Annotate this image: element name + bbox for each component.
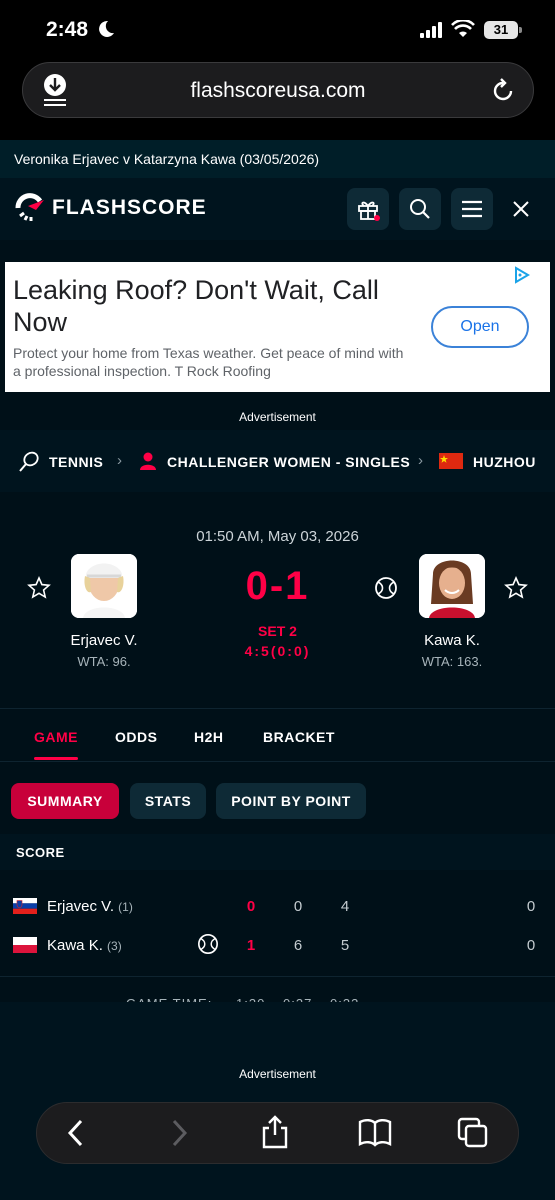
tennis-racket-icon <box>19 451 39 472</box>
reload-icon[interactable] <box>491 77 515 103</box>
person-icon <box>140 452 156 470</box>
breadcrumb-category[interactable]: CHALLENGER WOMEN - SINGLES <box>167 454 410 470</box>
ad-banner[interactable]: Leaking Roof? Don't Wait, Call Now Prote… <box>5 262 550 392</box>
tab-odds[interactable]: ODDS <box>115 729 157 745</box>
status-time: 2:48 <box>46 18 89 41</box>
away-player-rank: WTA: 163. <box>421 654 483 669</box>
breadcrumb: TENNIS › CHALLENGER WOMEN - SINGLES › HU… <box>0 430 555 492</box>
serving-ball-icon <box>375 577 397 599</box>
favorite-star-icon[interactable] <box>504 576 528 600</box>
status-bar: 2:48 31 <box>0 0 555 60</box>
url-text[interactable]: flashscoreusa.com <box>23 79 533 103</box>
gift-button[interactable] <box>347 188 389 230</box>
row-player-name[interactable]: Kawa K. (3) <box>47 937 122 954</box>
hamburger-menu-icon <box>462 200 482 218</box>
set2-games: 5 <box>340 937 350 954</box>
subtab-point-by-point[interactable]: POINT BY POINT <box>216 783 366 819</box>
match-title: Veronika Erjavec v Katarzyna Kawa (03/05… <box>14 151 320 167</box>
browser-toolbar: flashscoreusa.com <box>0 60 555 140</box>
tab-game[interactable]: GAME <box>34 729 78 745</box>
match-datetime: 01:50 AM, May 03, 2026 <box>196 528 359 545</box>
forward-arrow-icon[interactable] <box>168 1117 190 1149</box>
moon-icon <box>99 20 114 37</box>
poland-flag-icon <box>13 937 37 953</box>
menu-button[interactable] <box>451 188 493 230</box>
ad-headline[interactable]: Leaking Roof? Don't Wait, Call Now <box>13 274 423 338</box>
set1-games: 0 <box>293 898 303 915</box>
logo-text: FLASHSCORE <box>52 196 207 219</box>
share-icon[interactable] <box>260 1115 290 1149</box>
match-title-bar: Veronika Erjavec v Katarzyna Kawa (03/05… <box>0 140 555 178</box>
subtab-summary[interactable]: SUMMARY <box>11 783 119 819</box>
match-tabs: GAME ODDS H2H BRACKET <box>0 708 555 762</box>
set1-games: 6 <box>293 937 303 954</box>
bottom-ad-area <box>0 1002 555 1200</box>
search-button[interactable] <box>399 188 441 230</box>
table-row[interactable]: Erjavec V. (1) 0 0 4 0 <box>0 888 555 926</box>
player-photo <box>419 554 485 618</box>
advertisement-label: Advertisement <box>239 1067 316 1081</box>
cellular-signal-icon <box>420 22 442 38</box>
chevron-right-icon: › <box>117 452 122 469</box>
row-player-name[interactable]: Erjavec V. (1) <box>47 898 133 915</box>
battery-indicator: 31 <box>484 21 522 39</box>
adchoices-icon[interactable] <box>512 266 530 284</box>
score-section-header: SCORE <box>0 834 555 870</box>
table-row[interactable]: Kawa K. (3) 1 6 5 0 <box>0 927 555 965</box>
bookmarks-icon[interactable] <box>358 1117 392 1147</box>
score-table: Erjavec V. (1) 0 0 4 0 Kawa K. (3) 1 6 5… <box>0 870 555 1006</box>
game-points: 0 <box>526 937 536 954</box>
serving-ball-icon <box>198 934 218 954</box>
tabs-icon[interactable] <box>457 1117 489 1149</box>
breadcrumb-tournament[interactable]: HUZHOU <box>473 454 536 470</box>
away-player-name[interactable]: Kawa K. <box>387 632 517 649</box>
advertisement-label: Advertisement <box>239 410 316 424</box>
row-player-seed: (1) <box>118 900 133 914</box>
wifi-icon <box>451 20 475 37</box>
score-section-title: SCORE <box>16 845 65 860</box>
search-icon <box>410 199 430 219</box>
gift-icon <box>358 201 380 221</box>
close-icon[interactable] <box>510 198 532 220</box>
sets-won: 1 <box>246 937 256 954</box>
away-player-avatar[interactable] <box>419 554 485 618</box>
divider <box>0 976 555 977</box>
flashscore-logo[interactable]: FLASHSCORE <box>14 192 207 224</box>
site-header: FLASHSCORE <box>0 178 555 240</box>
browser-nav-bar <box>36 1102 519 1164</box>
slovenia-flag-icon <box>13 898 37 914</box>
breadcrumb-sport[interactable]: TENNIS <box>49 454 103 470</box>
address-bar[interactable]: flashscoreusa.com <box>22 62 534 118</box>
ad-body[interactable]: Protect your home from Texas weather. Ge… <box>13 344 413 380</box>
game-points: 0 <box>526 898 536 915</box>
active-tab-indicator <box>34 757 78 760</box>
tab-h2h[interactable]: H2H <box>194 729 224 745</box>
tab-bracket[interactable]: BRACKET <box>263 729 335 745</box>
sets-won: 0 <box>246 898 256 915</box>
chevron-right-icon: › <box>418 452 423 469</box>
row-player-seed: (3) <box>107 939 122 953</box>
ad-open-button[interactable]: Open <box>431 306 529 348</box>
set2-games: 4 <box>340 898 350 915</box>
subtabs: SUMMARY STATS POINT BY POINT <box>0 762 555 834</box>
subtab-stats[interactable]: STATS <box>130 783 206 819</box>
back-arrow-icon[interactable] <box>65 1117 87 1149</box>
china-flag-icon <box>439 453 463 469</box>
match-header: 01:50 AM, May 03, 2026 Erjavec V. WTA: 9… <box>0 492 555 708</box>
flashscore-logo-icon <box>15 193 44 221</box>
